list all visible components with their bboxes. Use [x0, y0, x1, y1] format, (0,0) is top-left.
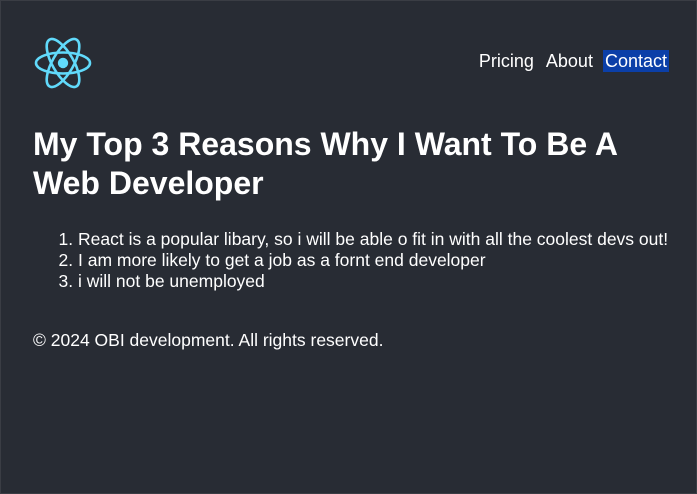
list-item: i will not be unemployed	[78, 271, 694, 292]
nav-link-pricing[interactable]: Pricing	[477, 50, 536, 72]
page-header: Pricing About Contact	[33, 35, 669, 91]
footer-copyright: © 2024 OBI development. All rights reser…	[33, 330, 384, 350]
react-logo-svg	[34, 37, 92, 89]
list-item: I am more likely to get a job as a fornt…	[78, 250, 694, 271]
reasons-list: React is a popular libary, so i will be …	[33, 229, 694, 292]
nav-link-about[interactable]: About	[544, 50, 595, 72]
react-logo-icon[interactable]	[33, 35, 93, 91]
nav-link-contact[interactable]: Contact	[602, 50, 669, 72]
page-title: My Top 3 Reasons Why I Want To Be A Web …	[33, 126, 617, 201]
main-nav: Pricing About Contact	[469, 50, 669, 72]
list-item: React is a popular libary, so i will be …	[78, 229, 694, 250]
